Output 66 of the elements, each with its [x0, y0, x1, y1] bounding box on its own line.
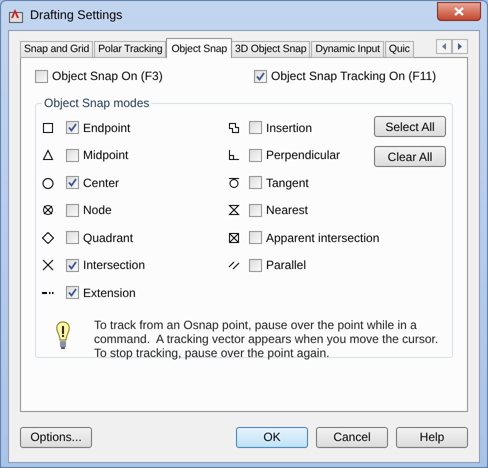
- checkbox-label[interactable]: Intersection: [83, 256, 146, 274]
- checkbox-label[interactable]: Object Snap On (F3): [52, 67, 163, 85]
- checkbox-label[interactable]: Extension: [83, 284, 136, 302]
- checkbox[interactable]: [66, 148, 79, 162]
- dialog-button[interactable]: Options...: [20, 426, 92, 448]
- dialog-button[interactable]: OK: [236, 426, 308, 448]
- close-button[interactable]: [437, 2, 481, 21]
- tab[interactable]: Object Snap: [166, 38, 232, 58]
- dialog-button[interactable]: Cancel: [316, 426, 388, 448]
- group-button[interactable]: Clear All: [374, 146, 446, 167]
- checkbox-label[interactable]: Insertion: [266, 118, 312, 137]
- window-title: Drafting Settings: [30, 7, 122, 24]
- hourglass-icon: [228, 204, 240, 216]
- checkbox[interactable]: [249, 231, 262, 244]
- group-title: Object Snap modes: [43, 95, 150, 112]
- tangent-icon: [228, 176, 240, 189]
- checkbox-label[interactable]: Midpoint: [83, 146, 128, 164]
- diamond-icon: [42, 232, 54, 244]
- tab[interactable]: Quic: [384, 41, 414, 58]
- perpendicular-icon: [228, 149, 240, 162]
- dialog-button[interactable]: Help: [396, 426, 468, 448]
- insertion-icon: [228, 122, 240, 134]
- cross-icon: [42, 259, 54, 272]
- checkbox-label[interactable]: Quadrant: [83, 228, 134, 247]
- checkbox-label[interactable]: Node: [83, 201, 112, 220]
- tab[interactable]: Snap and Grid: [20, 41, 94, 58]
- tab[interactable]: Dynamic Input: [311, 41, 384, 58]
- group-button[interactable]: Select All: [374, 116, 446, 137]
- checkbox-label[interactable]: Parallel: [266, 256, 306, 274]
- right-arrow-icon: [458, 43, 462, 50]
- checkbox-label[interactable]: Object Snap Tracking On (F11): [271, 67, 436, 85]
- checkbox-label[interactable]: Tangent: [266, 174, 309, 192]
- lightbulb-icon: [56, 320, 70, 350]
- tab[interactable]: 3D Object Snap: [231, 41, 310, 58]
- checkbox[interactable]: [249, 121, 262, 134]
- app-icon: [8, 8, 24, 24]
- checkbox[interactable]: [249, 176, 262, 190]
- checkbox[interactable]: [254, 70, 267, 82]
- scroll-left-button[interactable]: [436, 39, 452, 54]
- checkbox[interactable]: [66, 286, 79, 300]
- square-icon: [42, 122, 54, 134]
- triangle-icon: [42, 149, 54, 162]
- hint-text: To track from an Osnap point, pause over the point while in a command. A tracking vector appears when you move the cursor. To stop tracking, pause over the point again.: [94, 318, 438, 360]
- crossed-square-icon: [228, 232, 240, 244]
- checkbox[interactable]: [66, 121, 79, 134]
- crossed-circle-icon: [42, 204, 54, 216]
- checkbox-label[interactable]: Endpoint: [83, 118, 130, 137]
- checkbox[interactable]: [66, 231, 79, 244]
- checkbox-label[interactable]: Center: [83, 174, 120, 192]
- checkbox-label[interactable]: Nearest: [266, 201, 308, 220]
- tab[interactable]: Polar Tracking: [94, 41, 166, 58]
- checkbox[interactable]: [66, 176, 79, 190]
- circle-icon: [42, 176, 54, 189]
- checkbox[interactable]: [66, 258, 79, 272]
- dotted-line-icon: [42, 292, 54, 294]
- checkbox[interactable]: [35, 70, 48, 82]
- checkbox[interactable]: [66, 204, 79, 217]
- left-arrow-icon: [442, 43, 446, 50]
- checkbox-label[interactable]: Apparent intersection: [266, 228, 380, 247]
- checkbox[interactable]: [249, 258, 262, 272]
- close-icon: [454, 7, 464, 16]
- checkbox[interactable]: [249, 204, 262, 217]
- scroll-right-button[interactable]: [452, 39, 468, 54]
- checkbox[interactable]: [249, 148, 262, 162]
- parallel-lines-icon: [228, 259, 240, 272]
- checkbox-label[interactable]: Perpendicular: [266, 146, 340, 164]
